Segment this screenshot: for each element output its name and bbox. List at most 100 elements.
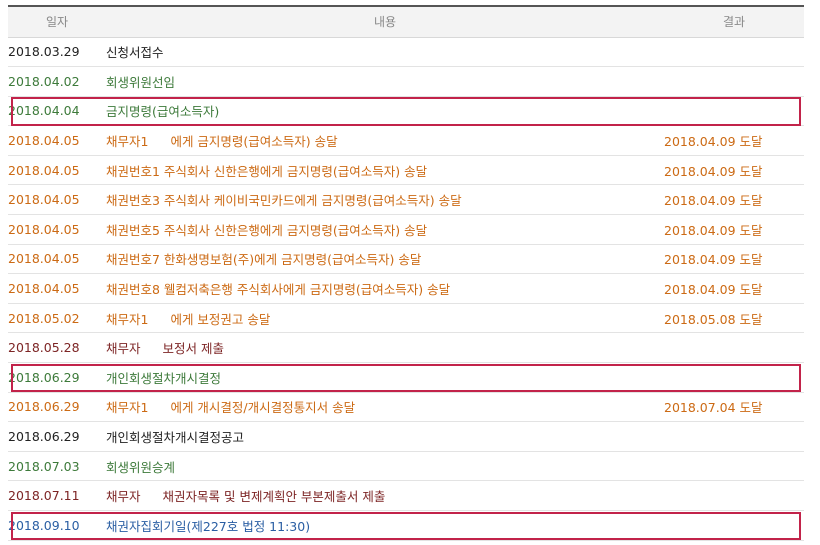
table-row: 2018.04.05 채무자1 에게 금지명령(급여소득자) 송달 2018.04.0… bbox=[8, 125, 804, 156]
row-result: 2018.04.09 도달 bbox=[664, 214, 804, 245]
row-content: 채무자1 에게 보정권고 송달 bbox=[106, 303, 664, 334]
row-result: 2018.07.04 도달 bbox=[664, 392, 804, 423]
table-header: 일자 내용 결과 bbox=[8, 5, 804, 38]
row-content: 채권번호5 주식회사 신한은행에게 금지명령(급여소득자) 송달 bbox=[106, 214, 664, 245]
row-content-text: 채무자 bbox=[106, 341, 141, 357]
redacted-name-mask bbox=[148, 402, 171, 415]
row-content: 채권번호7 한화생명보험(주)에게 금지명령(급여소득자) 송달 bbox=[106, 244, 664, 275]
row-content: 신청서접수 bbox=[106, 37, 664, 68]
row-content: 채권번호1 주식회사 신한은행에게 금지명령(급여소득자) 송달 bbox=[106, 155, 664, 186]
row-date: 2018.04.05 bbox=[8, 155, 106, 186]
table-row: 2018.05.28 채무자 보정서 제출 bbox=[8, 332, 804, 364]
row-date: 2018.04.05 bbox=[8, 214, 106, 245]
row-content-text: 채무자1 bbox=[106, 134, 149, 150]
row-content: 회생위원선임 bbox=[106, 66, 664, 97]
table-row: 2018.04.05 채권번호5 주식회사 신한은행에게 금지명령(급여소득자) … bbox=[8, 214, 804, 245]
header-row: 일자 내용 결과 bbox=[8, 5, 804, 38]
row-content-text: 채무자 bbox=[106, 489, 141, 505]
row-content: 채권자집회기일(제227호 법정 11:30) bbox=[106, 510, 664, 541]
row-content: 채권번호3 주식회사 케이비국민카드에게 금지명령(급여소득자) 송달 bbox=[106, 184, 664, 216]
row-date: 2018.05.28 bbox=[8, 332, 106, 364]
row-content: 개인회생절차개시결정공고 bbox=[106, 421, 664, 452]
row-content-suffix: 보정서 제출 bbox=[162, 341, 224, 357]
row-result bbox=[664, 451, 804, 482]
row-date: 2018.04.05 bbox=[8, 125, 106, 156]
row-result bbox=[664, 96, 804, 127]
table-row: 2018.07.11 채무자 채권자목록 및 변제계획안 부본제출서 제출 bbox=[8, 480, 804, 511]
row-content: 채무자1 에게 개시결정/개시결정통지서 송달 bbox=[106, 392, 664, 423]
row-content: 채무자1 에게 금지명령(급여소득자) 송달 bbox=[106, 125, 664, 156]
row-date: 2018.09.10 bbox=[8, 510, 106, 541]
row-date: 2018.06.29 bbox=[8, 362, 106, 393]
row-content-text: 채권번호1 주식회사 신한은행에게 금지명령(급여소득자) 송달 bbox=[106, 163, 428, 179]
table-row: 2018.04.05 채권번호8 웰컴저축은행 주식회사에게 금지명령(급여소득자… bbox=[8, 273, 804, 304]
row-result bbox=[664, 421, 804, 452]
row-result: 2018.04.09 도달 bbox=[664, 244, 804, 275]
row-result bbox=[664, 66, 804, 97]
row-content-text: 채권번호8 웰컴저축은행 주식회사에게 금지명령(급여소득자) 송달 bbox=[106, 282, 451, 298]
row-content-text: 개인회생절차개시결정 bbox=[106, 370, 222, 386]
row-content-text: 채무자1 bbox=[106, 311, 149, 327]
row-content-suffix: 에게 금지명령(급여소득자) 송달 bbox=[170, 134, 338, 150]
redacted-name-mask bbox=[140, 491, 163, 504]
row-content-suffix: 에게 보정권고 송달 bbox=[170, 311, 271, 327]
row-date: 2018.03.29 bbox=[8, 37, 106, 68]
row-content-suffix: 채권자목록 및 변제계획안 부본제출서 제출 bbox=[162, 489, 386, 505]
redacted-name-mask bbox=[148, 136, 171, 149]
row-date: 2018.06.29 bbox=[8, 421, 106, 452]
table-row: 2018.04.02 회생위원선임 bbox=[8, 66, 804, 97]
row-content-text: 채권번호5 주식회사 신한은행에게 금지명령(급여소득자) 송달 bbox=[106, 222, 428, 238]
row-content-text: 회생위원승계 bbox=[106, 459, 176, 475]
row-result: 2018.04.09 도달 bbox=[664, 184, 804, 216]
redacted-name-mask bbox=[148, 314, 171, 327]
row-result bbox=[664, 510, 804, 541]
row-content: 회생위원승계 bbox=[106, 451, 664, 482]
table-body: 2018.03.29 신청서접수 2018.04.02 회생위원선임 2018.04.0… bbox=[8, 37, 804, 541]
redacted-name-mask bbox=[140, 343, 163, 356]
table-row: 2018.06.29 개인회생절차개시결정 bbox=[8, 362, 804, 393]
date-column-header: 일자 bbox=[8, 5, 106, 38]
row-result bbox=[664, 480, 804, 511]
row-result bbox=[664, 362, 804, 393]
row-content-suffix: 에게 개시결정/개시결정통지서 송달 bbox=[170, 400, 356, 416]
content-column-header: 내용 bbox=[106, 5, 664, 38]
table-row: 2018.06.29 개인회생절차개시결정공고 bbox=[8, 421, 804, 452]
row-result: 2018.04.09 도달 bbox=[664, 273, 804, 304]
table-row: 2018.04.05 채권번호1 주식회사 신한은행에게 금지명령(급여소득자) … bbox=[8, 155, 804, 186]
row-content: 개인회생절차개시결정 bbox=[106, 362, 664, 393]
table-row: 2018.04.05 채권번호3 주식회사 케이비국민카드에게 금지명령(급여소득… bbox=[8, 184, 804, 216]
row-content-text: 신청서접수 bbox=[106, 45, 164, 61]
row-result bbox=[664, 37, 804, 68]
row-content: 채권번호8 웰컴저축은행 주식회사에게 금지명령(급여소득자) 송달 bbox=[106, 273, 664, 304]
row-date: 2018.04.05 bbox=[8, 273, 106, 304]
table-row: 2018.04.05 채권번호7 한화생명보험(주)에게 금지명령(급여소득자) … bbox=[8, 244, 804, 275]
row-result: 2018.04.09 도달 bbox=[664, 125, 804, 156]
result-column-header: 결과 bbox=[664, 5, 804, 38]
row-content-text: 채권번호3 주식회사 케이비국민카드에게 금지명령(급여소득자) 송달 bbox=[106, 193, 462, 209]
table-row: 2018.03.29 신청서접수 bbox=[8, 37, 804, 68]
row-content-text: 금지명령(급여소득자) bbox=[106, 104, 220, 120]
case-progress-panel: 일자 내용 결과 2018.03.29 신청서접수 2018.04.02 회생위원선임… bbox=[0, 0, 820, 545]
row-result bbox=[664, 332, 804, 364]
row-content-text: 개인회생절차개시결정공고 bbox=[106, 430, 245, 446]
row-date: 2018.05.02 bbox=[8, 303, 106, 334]
case-history-table: 일자 내용 결과 2018.03.29 신청서접수 2018.04.02 회생위원선임… bbox=[8, 5, 804, 541]
row-date: 2018.07.11 bbox=[8, 480, 106, 511]
row-date: 2018.06.29 bbox=[8, 392, 106, 423]
row-date: 2018.04.04 bbox=[8, 96, 106, 127]
table-row: 2018.04.04 금지명령(급여소득자) bbox=[8, 96, 804, 127]
row-content: 채무자 채권자목록 및 변제계획안 부본제출서 제출 bbox=[106, 480, 664, 511]
row-date: 2018.04.02 bbox=[8, 66, 106, 97]
row-date: 2018.07.03 bbox=[8, 451, 106, 482]
row-content: 채무자 보정서 제출 bbox=[106, 332, 664, 364]
row-content-text: 채무자1 bbox=[106, 400, 149, 416]
table-row: 2018.06.29 채무자1 에게 개시결정/개시결정통지서 송달 2018.07.… bbox=[8, 392, 804, 423]
row-date: 2018.04.05 bbox=[8, 244, 106, 275]
row-result: 2018.04.09 도달 bbox=[664, 155, 804, 186]
table-row: 2018.05.02 채무자1 에게 보정권고 송달 2018.05.08 도달 bbox=[8, 303, 804, 334]
table-row: 2018.09.10 채권자집회기일(제227호 법정 11:30) bbox=[8, 510, 804, 541]
row-date: 2018.04.05 bbox=[8, 184, 106, 216]
table-row: 2018.07.03 회생위원승계 bbox=[8, 451, 804, 482]
row-result: 2018.05.08 도달 bbox=[664, 303, 804, 334]
row-content: 금지명령(급여소득자) bbox=[106, 96, 664, 127]
